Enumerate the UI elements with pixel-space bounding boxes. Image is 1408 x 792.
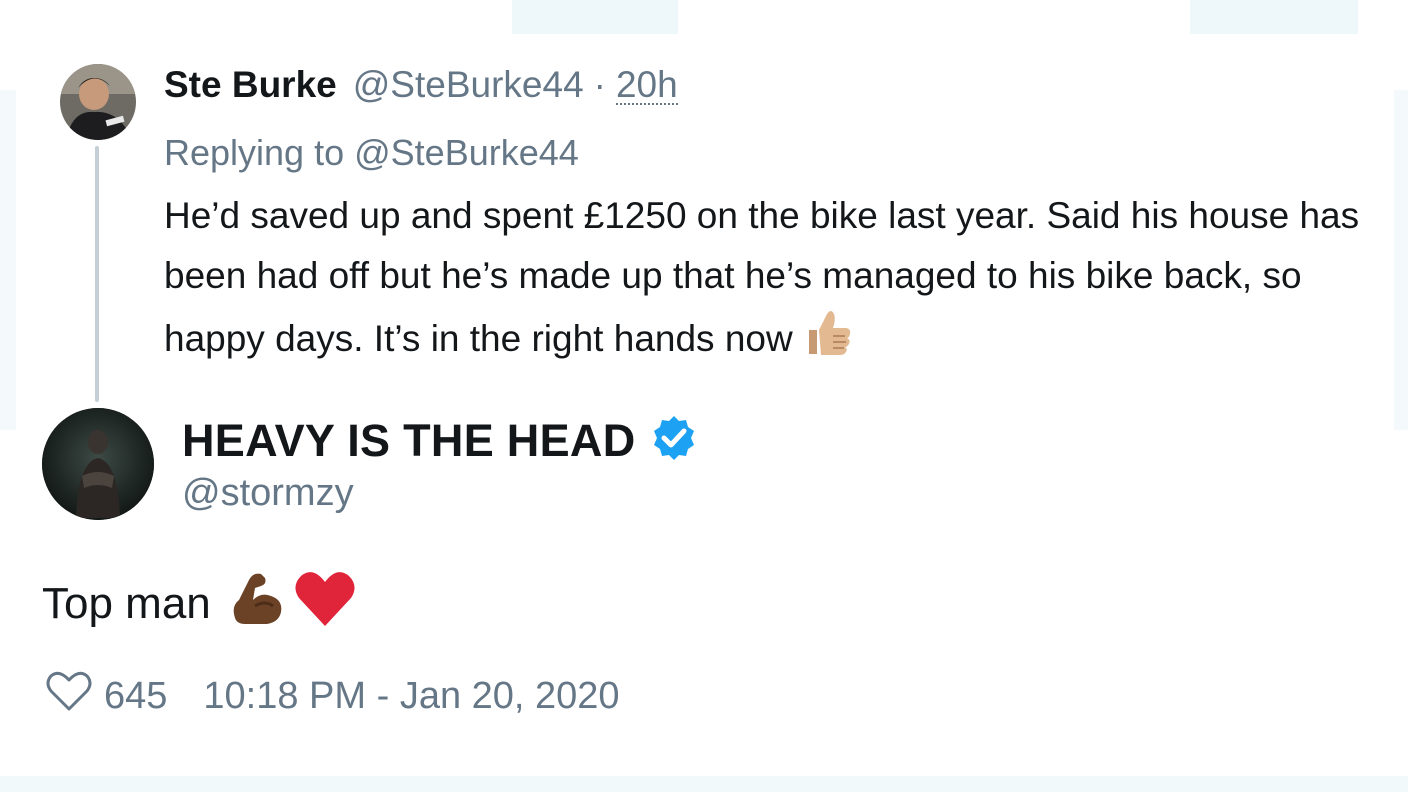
background-tint [512, 0, 678, 34]
red-heart-icon [293, 568, 357, 639]
thumbs-up-icon [803, 306, 853, 376]
flexed-biceps-icon [225, 566, 289, 641]
replying-to-label[interactable]: Replying to @SteBurke44 [164, 132, 579, 174]
reply-timestamp[interactable]: 20h [615, 66, 678, 105]
verified-badge-icon [650, 414, 698, 467]
main-author-name-row: HEAVY IS THE HEAD [182, 414, 698, 467]
reply-author-name[interactable]: Ste Burke [164, 64, 337, 106]
main-author-name[interactable]: HEAVY IS THE HEAD [182, 415, 636, 467]
tweet-timestamp[interactable]: 10:18 PM - Jan 20, 2020 [203, 675, 619, 718]
main-tweet-text: Top man [42, 578, 211, 628]
main-tweet-text-row: Top man [42, 566, 357, 641]
reply-tweet-text-block: He’d saved up and spent £1250 on the bik… [164, 186, 1394, 376]
thread-line [95, 146, 99, 402]
main-author-handle[interactable]: @stormzy [182, 472, 354, 515]
reply-tweet-text: He’d saved up and spent £1250 on the bik… [164, 195, 1360, 359]
like-heart-icon[interactable] [46, 670, 92, 722]
main-author-avatar[interactable] [42, 408, 154, 520]
background-tint [0, 90, 16, 430]
like-count[interactable]: 645 [104, 675, 167, 718]
background-tint [1394, 90, 1408, 430]
background-tint [0, 776, 1408, 792]
reply-author-avatar[interactable] [60, 64, 136, 140]
header-separator: · [593, 64, 606, 105]
tweet-page: Ste Burke @SteBurke44 · 20h Replying to … [0, 0, 1408, 792]
background-tint [1190, 0, 1358, 34]
reply-header: Ste Burke @SteBurke44 · 20h [164, 64, 678, 114]
reply-author-handle[interactable]: @SteBurke44 [353, 64, 584, 106]
tweet-footer: 645 10:18 PM - Jan 20, 2020 [46, 670, 620, 722]
